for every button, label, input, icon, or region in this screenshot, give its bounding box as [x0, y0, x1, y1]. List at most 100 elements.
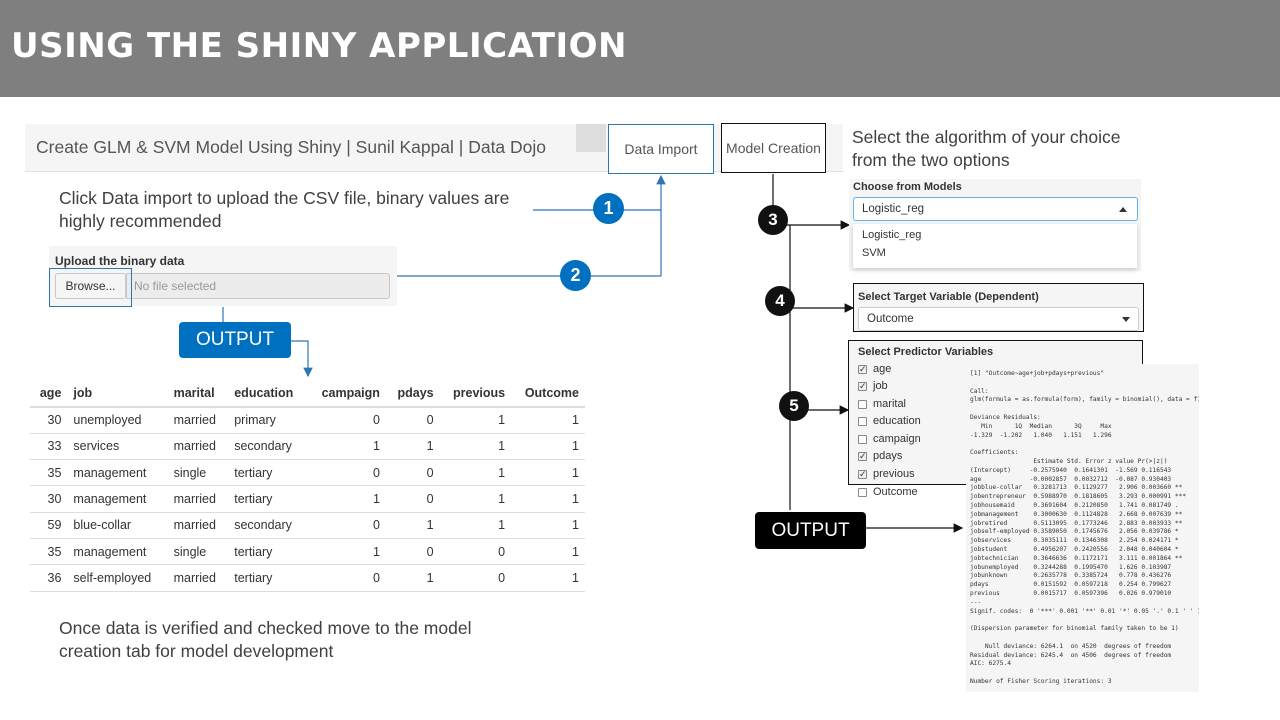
- table-row: 33 services married secondary 1 1 1 1: [30, 433, 585, 461]
- slide-header: USING THE SHINY APPLICATION: [0, 0, 1280, 97]
- target-select[interactable]: Outcome: [858, 307, 1139, 331]
- note-select-algorithm: Select the algorithm of your choice from…: [852, 127, 1121, 170]
- table-cell: 0: [307, 512, 386, 539]
- table-cell: management: [67, 538, 168, 566]
- connector-output-to-table: [291, 340, 313, 378]
- table-cell: unemployed: [67, 407, 168, 434]
- step-badge-4: 4: [765, 286, 795, 316]
- target-label: Select Target Variable (Dependent): [858, 291, 1039, 303]
- tab-data-import[interactable]: Data Import: [608, 124, 714, 174]
- column-header[interactable]: education: [228, 380, 308, 408]
- step-badge-5: 5: [779, 391, 809, 421]
- table-cell: management: [67, 459, 168, 487]
- checkbox-icon[interactable]: [858, 487, 867, 497]
- predictor-previous[interactable]: ✓ previous: [858, 468, 915, 480]
- column-header[interactable]: job: [67, 380, 168, 408]
- checkbox-icon[interactable]: [858, 399, 867, 409]
- models-select[interactable]: Logistic_reg: [853, 197, 1138, 221]
- model-summary-text: [1] "Outcome~age+job+pdays+previous" Cal…: [970, 370, 1199, 685]
- file-name-field[interactable]: No file selected: [126, 273, 390, 299]
- predictor-education[interactable]: education: [858, 415, 921, 427]
- table-cell: 0: [307, 407, 386, 434]
- column-header[interactable]: previous: [439, 380, 512, 408]
- table-cell: single: [167, 459, 229, 487]
- table-cell: tertiary: [228, 564, 308, 592]
- checkbox-checked-icon[interactable]: ✓: [858, 381, 867, 391]
- predictor-marital[interactable]: marital: [858, 398, 906, 410]
- table-cell: married: [167, 564, 229, 592]
- models-label: Choose from Models: [853, 181, 962, 193]
- table-cell: 30: [30, 407, 68, 434]
- table-cell: 0: [439, 564, 512, 592]
- step-badge-2: 2: [560, 260, 591, 291]
- table-cell: 0: [385, 407, 440, 434]
- predictor-age[interactable]: ✓ age: [858, 363, 891, 375]
- column-header[interactable]: age: [30, 380, 68, 408]
- predictor-campaign[interactable]: campaign: [858, 433, 921, 445]
- table-cell: blue-collar: [67, 512, 168, 539]
- table-cell: tertiary: [228, 459, 308, 487]
- table-cell: 1: [511, 459, 585, 487]
- predictor-job[interactable]: ✓ job: [858, 380, 888, 392]
- table-cell: 1: [511, 407, 585, 434]
- table-cell: 1: [511, 564, 585, 592]
- table-cell: 59: [30, 512, 68, 539]
- table-cell: 1: [385, 564, 440, 592]
- app-title: Create GLM & SVM Model Using Shiny | Sun…: [36, 137, 547, 157]
- table-cell: married: [167, 512, 229, 539]
- table-cell: management: [67, 485, 168, 513]
- dropdown-option-svm[interactable]: SVM: [862, 247, 886, 259]
- step-badge-1: 1: [593, 193, 624, 224]
- table-row: 30 unemployed married primary 0 0 1 1: [30, 407, 585, 434]
- table-cell: 1: [307, 538, 386, 566]
- table-cell: 0: [307, 459, 386, 487]
- table-cell: 0: [439, 538, 512, 566]
- checkbox-checked-icon[interactable]: ✓: [858, 451, 867, 461]
- browse-highlight-box: [49, 268, 132, 307]
- table-cell: 1: [385, 433, 440, 461]
- table-cell: 33: [30, 433, 68, 461]
- data-preview-table: age job marital education campaign pdays…: [30, 380, 585, 592]
- table-cell: 30: [30, 485, 68, 513]
- chevron-down-icon: [1122, 317, 1130, 322]
- step-badge-3: 3: [758, 205, 788, 235]
- predictor-outcome[interactable]: Outcome: [858, 486, 918, 498]
- table-cell: 1: [511, 538, 585, 566]
- table-cell: 0: [385, 538, 440, 566]
- checkbox-icon[interactable]: [858, 416, 867, 426]
- checkbox-checked-icon[interactable]: ✓: [858, 364, 867, 374]
- predictors-label: Select Predictor Variables: [858, 346, 994, 358]
- table-cell: 36: [30, 564, 68, 592]
- predictor-pdays[interactable]: ✓ pdays: [858, 450, 902, 462]
- table-row: 59 blue-collar married secondary 0 1 1 1: [30, 512, 585, 539]
- column-header[interactable]: marital: [167, 380, 229, 408]
- table-cell: secondary: [228, 433, 308, 461]
- table-row: 35 management single tertiary 1 0 0 1: [30, 538, 585, 566]
- table-row: 30 management married tertiary 1 0 1 1: [30, 485, 585, 513]
- caret-up-icon: [1119, 207, 1127, 212]
- table-cell: married: [167, 407, 229, 434]
- checkbox-icon[interactable]: [858, 434, 867, 444]
- slide-title: USING THE SHINY APPLICATION: [11, 26, 627, 66]
- table-cell: 1: [439, 512, 512, 539]
- note-click-import: Click Data import to upload the CSV file…: [59, 188, 510, 231]
- table-cell: married: [167, 433, 229, 461]
- dropdown-option-logistic[interactable]: Logistic_reg: [862, 229, 921, 241]
- table-cell: 1: [439, 459, 512, 487]
- table-cell: 1: [511, 433, 585, 461]
- table-cell: 1: [439, 485, 512, 513]
- tab-model-creation[interactable]: Model Creation: [721, 123, 826, 173]
- navbar-placeholder-box: [576, 124, 606, 152]
- column-header[interactable]: Outcome: [511, 380, 585, 408]
- table-cell: 1: [439, 407, 512, 434]
- column-header[interactable]: pdays: [385, 380, 440, 408]
- table-cell: primary: [228, 407, 308, 434]
- table-cell: 1: [511, 512, 585, 539]
- model-summary-output: [1] "Outcome~age+job+pdays+previous" Cal…: [966, 364, 1199, 692]
- checkbox-checked-icon[interactable]: ✓: [858, 469, 867, 479]
- table-cell: self-employed: [67, 564, 168, 592]
- column-header[interactable]: campaign: [307, 380, 386, 408]
- upload-label: Upload the binary data: [55, 254, 185, 268]
- table-cell: secondary: [228, 512, 308, 539]
- table-cell: tertiary: [228, 538, 308, 566]
